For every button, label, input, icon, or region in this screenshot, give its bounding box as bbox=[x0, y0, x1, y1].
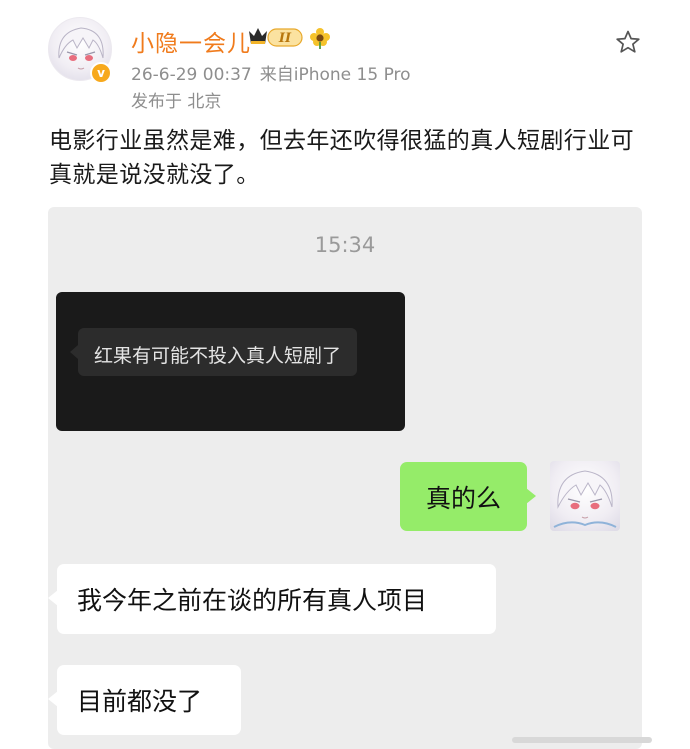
username[interactable]: 小隐一会儿 bbox=[131, 24, 251, 58]
quoted-message-bubble: 红果有可能不投入真人短剧了 bbox=[69, 328, 358, 376]
post-meta: 26-6-29 00:37 来自iPhone 15 Pro bbox=[131, 60, 411, 85]
weibo-post: v 小隐一会儿 II 26-6-29 00:37 来自iPhone 15 Pro … bbox=[0, 0, 690, 749]
post-time: 26-6-29 00:37 bbox=[131, 65, 252, 85]
chat-timestamp: 15:34 bbox=[314, 233, 376, 257]
post-text: 电影行业虽然是难，但去年还吹得很猛的真人短剧行业可真就是说没就没了。 bbox=[49, 128, 634, 188]
crown-icon[interactable]: II bbox=[246, 25, 306, 49]
flower-icon bbox=[310, 28, 330, 49]
level-badge-text: II bbox=[278, 31, 292, 46]
chat-bubble-sent: 真的么 bbox=[400, 462, 536, 531]
verified-icon: v bbox=[90, 62, 112, 84]
chat-screenshot[interactable]: 15:34 红果有可能不投入真人短剧了 真的么 我今年之前在谈的所有真人项目 目… bbox=[48, 207, 642, 749]
quoted-message-card: 红果有可能不投入真人短剧了 bbox=[56, 292, 405, 431]
sender-avatar bbox=[550, 461, 620, 531]
post-device: 来自iPhone 15 Pro bbox=[259, 65, 411, 85]
anime-avatar-drawing bbox=[553, 470, 617, 528]
chat-bubble-received: 我今年之前在谈的所有真人项目 bbox=[48, 564, 496, 634]
watermark-logo bbox=[512, 737, 652, 743]
star-icon[interactable] bbox=[615, 29, 641, 55]
chat-bubble-received: 目前都没了 bbox=[48, 665, 241, 735]
post-location: 发布于 北京 bbox=[131, 92, 222, 112]
